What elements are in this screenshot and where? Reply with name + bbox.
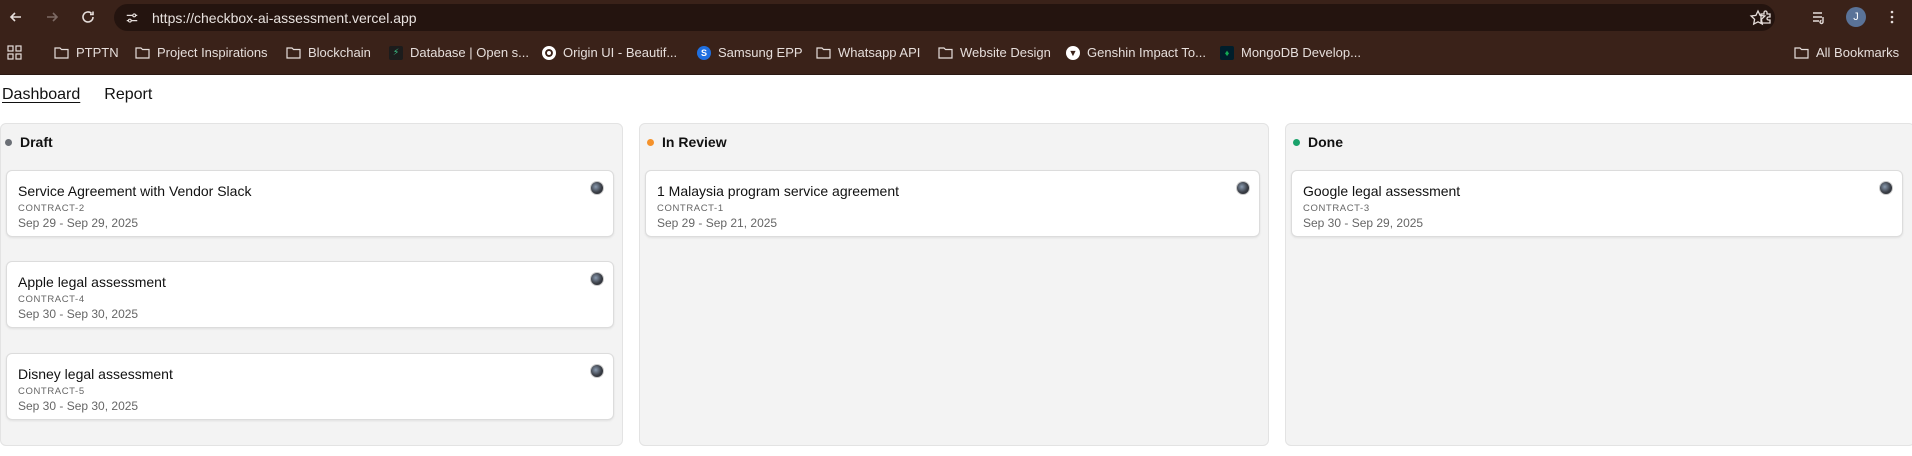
contract-card[interactable]: Apple legal assessment CONTRACT-4 Sep 30… — [6, 261, 614, 328]
card-title: Apple legal assessment — [18, 274, 166, 290]
bookmark-samsung-epp[interactable]: S Samsung EPP — [697, 45, 803, 60]
profile-avatar[interactable]: J — [1844, 5, 1868, 29]
card-id: CONTRACT-1 — [657, 203, 724, 214]
url-text[interactable]: https://checkbox-ai-assessment.vercel.ap… — [152, 10, 417, 26]
folder-icon — [938, 47, 953, 59]
bookmark-mongodb[interactable]: ♦ MongoDB Develop... — [1220, 45, 1361, 60]
card-dates: Sep 30 - Sep 29, 2025 — [1303, 216, 1424, 230]
assignee-avatar — [590, 364, 604, 378]
folder-icon — [54, 47, 69, 59]
card-id: CONTRACT-2 — [18, 203, 85, 214]
column-title: Done — [1308, 134, 1343, 150]
bookmarks-bar: PTPTN Project Inspirations Blockchain ⚡ … — [0, 34, 1912, 75]
column-title: Draft — [20, 134, 53, 150]
mongodb-icon: ♦ — [1220, 45, 1234, 60]
column-title: In Review — [662, 134, 727, 150]
card-title: Disney legal assessment — [18, 366, 173, 382]
contract-card[interactable]: Service Agreement with Vendor Slack CONT… — [6, 170, 614, 237]
bookmark-website-design[interactable]: Website Design — [938, 45, 1051, 60]
status-dot — [647, 138, 654, 146]
site-settings-icon[interactable] — [124, 10, 140, 26]
address-bar[interactable]: https://checkbox-ai-assessment.vercel.ap… — [114, 4, 1775, 31]
status-dot — [5, 138, 12, 146]
apps-grid-icon[interactable] — [7, 45, 29, 60]
column-in-review: In Review 1 Malaysia program service agr… — [639, 123, 1269, 446]
column-header: In Review — [640, 124, 1268, 160]
card-title: Google legal assessment — [1303, 183, 1461, 199]
genshin-icon: ▼ — [1066, 45, 1080, 60]
folder-icon — [1794, 47, 1809, 59]
extensions-icon[interactable] — [1754, 5, 1778, 29]
reload-icon[interactable] — [76, 5, 100, 29]
status-dot — [1293, 138, 1300, 146]
assignee-avatar — [590, 272, 604, 286]
assignee-avatar — [590, 181, 604, 195]
bookmark-origin-ui[interactable]: Origin UI - Beautif... — [542, 45, 677, 60]
contract-card[interactable]: Google legal assessment CONTRACT-3 Sep 3… — [1291, 170, 1903, 237]
column-header: Draft — [1, 124, 622, 160]
samsung-icon: S — [697, 45, 711, 60]
origin-icon — [542, 45, 556, 60]
reading-list-icon[interactable] — [1807, 5, 1831, 29]
bookmark-project-inspirations[interactable]: Project Inspirations — [135, 45, 268, 60]
card-id: CONTRACT-3 — [1303, 203, 1370, 214]
card-id: CONTRACT-4 — [18, 294, 85, 305]
column-header: Done — [1286, 124, 1912, 160]
folder-icon — [135, 47, 150, 59]
bookmark-ptptn[interactable]: PTPTN — [54, 45, 119, 60]
card-title: Service Agreement with Vendor Slack — [18, 183, 252, 199]
card-dates: Sep 29 - Sep 29, 2025 — [18, 216, 139, 230]
card-title: 1 Malaysia program service agreement — [657, 183, 899, 199]
browser-menu-icon[interactable] — [1880, 5, 1904, 29]
bookmark-genshin[interactable]: ▼ Genshin Impact To... — [1066, 45, 1206, 60]
card-dates: Sep 30 - Sep 30, 2025 — [18, 307, 139, 321]
assignee-avatar — [1236, 181, 1250, 195]
nav-report-link[interactable]: Report — [104, 86, 152, 104]
contract-card[interactable]: Disney legal assessment CONTRACT-5 Sep 3… — [6, 353, 614, 420]
card-id: CONTRACT-5 — [18, 386, 85, 397]
bookmark-database[interactable]: ⚡ Database | Open s... — [389, 45, 529, 60]
assignee-avatar — [1879, 181, 1893, 195]
nav-dashboard-link[interactable]: Dashboard — [2, 86, 80, 104]
folder-icon — [816, 47, 831, 59]
all-bookmarks[interactable]: All Bookmarks — [1794, 45, 1899, 60]
supabase-icon: ⚡ — [389, 45, 403, 60]
browser-toolbar: https://checkbox-ai-assessment.vercel.ap… — [0, 0, 1912, 34]
top-navigation: Dashboard Report — [2, 86, 152, 104]
forward-icon[interactable] — [40, 5, 64, 29]
back-icon[interactable] — [4, 5, 28, 29]
contract-card[interactable]: 1 Malaysia program service agreement CON… — [645, 170, 1260, 237]
column-done: Done Google legal assessment CONTRACT-3 … — [1285, 123, 1912, 446]
card-dates: Sep 29 - Sep 21, 2025 — [657, 216, 778, 230]
bookmark-blockchain[interactable]: Blockchain — [286, 45, 371, 60]
kanban-page: Dashboard Report Draft Service Agreement… — [0, 75, 1912, 456]
card-dates: Sep 30 - Sep 30, 2025 — [18, 399, 139, 413]
folder-icon — [286, 47, 301, 59]
column-draft: Draft Service Agreement with Vendor Slac… — [0, 123, 623, 446]
bookmark-whatsapp-api[interactable]: Whatsapp API — [816, 45, 920, 60]
